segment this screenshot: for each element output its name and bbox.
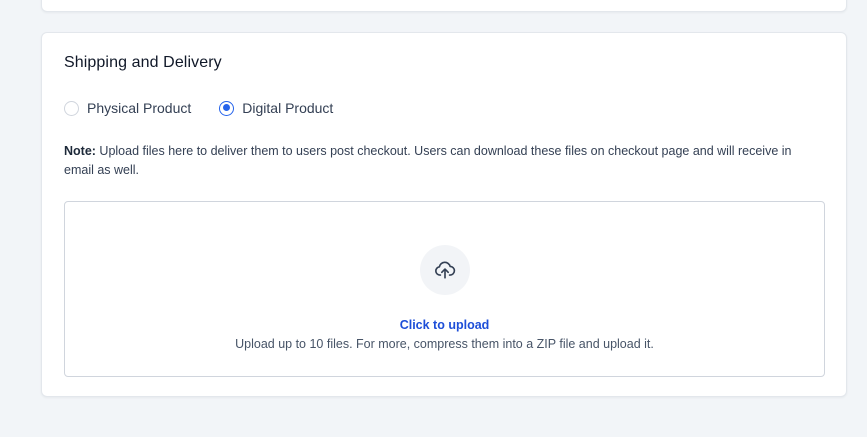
upload-note: Note: Upload files here to deliver them …	[64, 142, 804, 180]
digital-product-label[interactable]: Digital Product	[242, 100, 333, 116]
note-prefix: Note:	[64, 144, 96, 158]
digital-product-option[interactable]: Digital Product	[219, 100, 333, 116]
upload-hint-text: Upload up to 10 files. For more, compres…	[235, 337, 654, 351]
note-text: Upload files here to deliver them to use…	[64, 144, 792, 177]
digital-product-radio[interactable]	[219, 100, 235, 116]
section-title: Shipping and Delivery	[64, 54, 222, 71]
physical-product-option[interactable]: Physical Product	[64, 100, 191, 116]
previous-section-card	[41, 0, 847, 12]
physical-product-label[interactable]: Physical Product	[87, 100, 191, 116]
file-upload-dropzone[interactable]: Click to upload Upload up to 10 files. F…	[64, 201, 825, 377]
upload-cloud-icon	[435, 261, 456, 279]
delivery-type-radio-group: Physical Product Digital Product	[64, 100, 361, 116]
physical-product-radio[interactable]	[64, 100, 79, 116]
upload-icon-container[interactable]	[420, 245, 470, 295]
click-to-upload-link[interactable]: Click to upload	[65, 318, 824, 332]
shipping-delivery-card: Shipping and Delivery Physical Product D…	[41, 32, 847, 397]
